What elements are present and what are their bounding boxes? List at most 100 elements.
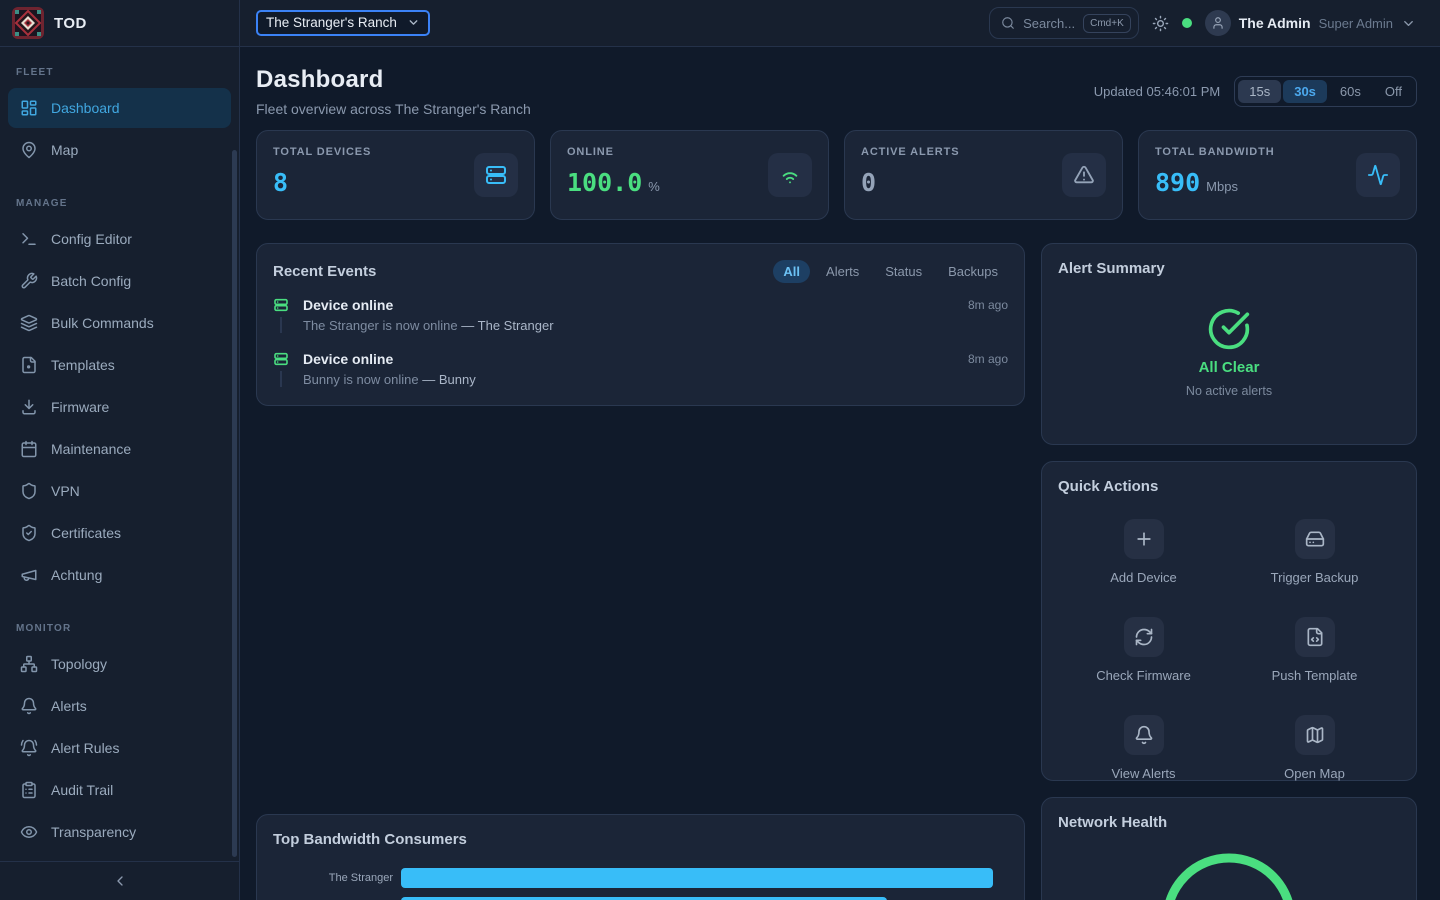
app-logo: TOD <box>0 0 239 47</box>
event-row: Device online 8m ago The Stranger is now… <box>273 297 1008 351</box>
download-icon <box>20 398 38 416</box>
sidebar-item-config-editor[interactable]: Config Editor <box>8 219 231 259</box>
interval-30s[interactable]: 30s <box>1283 80 1327 103</box>
plus-icon <box>1134 529 1154 549</box>
user-menu[interactable]: The Admin Super Admin <box>1205 10 1416 36</box>
sidebar-item-bulk-commands[interactable]: Bulk Commands <box>8 303 231 343</box>
interval-60s[interactable]: 60s <box>1329 80 1372 103</box>
stat-value: 890 <box>1155 168 1200 197</box>
chevron-down-icon <box>1401 16 1416 31</box>
search-placeholder: Search... <box>1023 16 1075 31</box>
check-circle-icon <box>1207 307 1251 351</box>
sun-icon <box>1152 15 1169 32</box>
stat-card-active-alerts: ACTIVE ALERTS 0 <box>844 130 1123 220</box>
app-logo-icon <box>12 7 44 39</box>
fleet-selector[interactable]: The Stranger's Ranch <box>256 10 430 36</box>
quick-action-trigger-backup[interactable]: Trigger Backup <box>1229 519 1400 585</box>
server-icon <box>484 163 508 187</box>
sidebar-item-achtung[interactable]: Achtung <box>8 555 231 595</box>
quick-action-check-firmware[interactable]: Check Firmware <box>1058 617 1229 683</box>
sidebar-item-maintenance[interactable]: Maintenance <box>8 429 231 469</box>
file-icon <box>20 356 38 374</box>
dashboard-content: Dashboard Fleet overview across The Stra… <box>240 47 1440 900</box>
network-health-gauge <box>1162 853 1296 900</box>
quick-action-label: Push Template <box>1272 668 1358 683</box>
stat-label: TOTAL BANDWIDTH <box>1155 146 1275 158</box>
calendar-icon <box>20 440 38 458</box>
avatar <box>1205 10 1231 36</box>
user-name: The Admin <box>1239 15 1311 31</box>
chevron-left-icon <box>112 873 128 889</box>
alert-triangle-icon <box>1073 164 1095 186</box>
sidebar-item-label: VPN <box>51 483 80 499</box>
user-icon <box>1211 16 1225 30</box>
sidebar-item-map[interactable]: Map <box>8 130 231 170</box>
filter-backups[interactable]: Backups <box>938 260 1008 283</box>
server-icon <box>273 297 289 313</box>
stat-card-total-bandwidth: TOTAL BANDWIDTH 890Mbps <box>1138 130 1417 220</box>
sidebar-item-vpn[interactable]: VPN <box>8 471 231 511</box>
sidebar-item-topology[interactable]: Topology <box>8 644 231 684</box>
theme-toggle-button[interactable] <box>1152 15 1169 32</box>
megaphone-icon <box>20 566 38 584</box>
sidebar-item-audit-trail[interactable]: Audit Trail <box>8 770 231 810</box>
file-code-icon <box>1305 627 1325 647</box>
sidebar-scrollbar[interactable] <box>232 150 237 857</box>
alert-detail-text: No active alerts <box>1186 384 1272 398</box>
search-shortcut-badge: Cmd+K <box>1083 14 1131 33</box>
sidebar-item-batch-config[interactable]: Batch Config <box>8 261 231 301</box>
sidebar-item-label: Certificates <box>51 525 121 541</box>
sidebar-item-alerts[interactable]: Alerts <box>8 686 231 726</box>
network-health-panel: Network Health 100 <box>1041 797 1417 900</box>
stat-label: TOTAL DEVICES <box>273 146 371 158</box>
terminal-icon <box>20 230 38 248</box>
search-icon <box>1001 16 1015 30</box>
event-filter-tabs: All Alerts Status Backups <box>773 260 1008 283</box>
dashboard-icon <box>20 99 38 117</box>
interval-15s[interactable]: 15s <box>1238 80 1281 103</box>
filter-all[interactable]: All <box>773 260 810 283</box>
event-time: 8m ago <box>968 298 1008 312</box>
event-title: Device online <box>303 351 393 367</box>
quick-action-add-device[interactable]: Add Device <box>1058 519 1229 585</box>
quick-action-view-alerts[interactable]: View Alerts <box>1058 715 1229 781</box>
wrench-icon <box>20 272 38 290</box>
interval-off[interactable]: Off <box>1374 80 1413 103</box>
filter-alerts[interactable]: Alerts <box>816 260 869 283</box>
sidebar-item-label: Alerts <box>51 698 87 714</box>
bandwidth-device-label: The Stranger <box>273 872 393 884</box>
page-subtitle: Fleet overview across The Stranger's Ran… <box>256 101 531 117</box>
page-title: Dashboard <box>256 66 531 94</box>
clipboard-list-icon <box>20 781 38 799</box>
sidebar-collapse-button[interactable] <box>0 861 239 900</box>
sidebar-item-label: Config Editor <box>51 231 132 247</box>
sidebar-item-alert-rules[interactable]: Alert Rules <box>8 728 231 768</box>
quick-action-push-template[interactable]: Push Template <box>1229 617 1400 683</box>
event-description: The Stranger is now online — The Strange… <box>303 318 1008 333</box>
sidebar-item-templates[interactable]: Templates <box>8 345 231 385</box>
quick-actions-panel: Quick Actions Add Device Trigger Backup <box>1041 461 1417 781</box>
layers-icon <box>20 314 38 332</box>
sidebar-item-firmware[interactable]: Firmware <box>8 387 231 427</box>
quick-action-label: Check Firmware <box>1096 668 1191 683</box>
sidebar-item-transparency[interactable]: Transparency <box>8 812 231 852</box>
network-health-title: Network Health <box>1058 814 1400 831</box>
filter-status[interactable]: Status <box>875 260 932 283</box>
bell-icon <box>20 697 38 715</box>
event-time: 8m ago <box>968 352 1008 366</box>
sidebar-item-label: Alert Rules <box>51 740 119 756</box>
stat-value: 0 <box>861 168 876 197</box>
quick-action-label: Trigger Backup <box>1271 570 1359 585</box>
network-icon <box>20 655 38 673</box>
sidebar-item-label: Maintenance <box>51 441 131 457</box>
search-input[interactable]: Search... Cmd+K <box>989 7 1139 39</box>
topbar: The Stranger's Ranch Search... Cmd+K The… <box>240 0 1440 47</box>
shield-check-icon <box>20 524 38 542</box>
sidebar-item-label: Firmware <box>51 399 109 415</box>
sidebar-item-dashboard[interactable]: Dashboard <box>8 88 231 128</box>
sidebar: TOD FLEET Dashboard Map MANAGE Config Ed… <box>0 0 240 900</box>
refresh-interval-control: 15s 30s 60s Off <box>1234 76 1417 107</box>
sidebar-item-certificates[interactable]: Certificates <box>8 513 231 553</box>
event-device: Bunny <box>439 372 476 387</box>
quick-action-open-map[interactable]: Open Map <box>1229 715 1400 781</box>
